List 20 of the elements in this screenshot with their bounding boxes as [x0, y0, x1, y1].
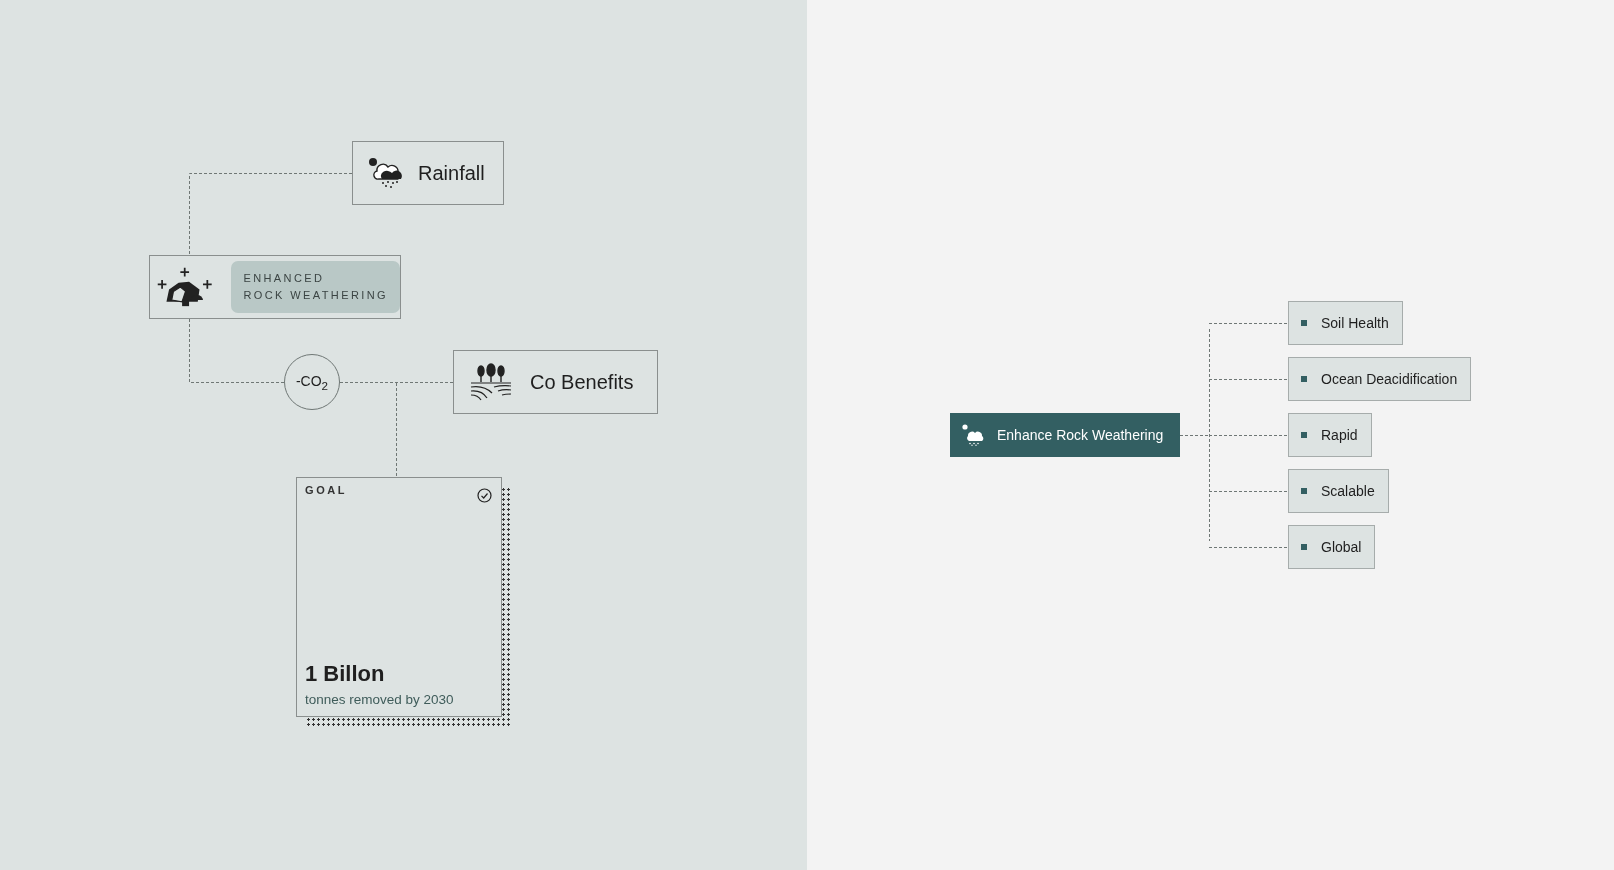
- benefit-label: Rapid: [1321, 427, 1358, 443]
- node-label: Co Benefits: [530, 370, 634, 394]
- benefit-label: Soil Health: [1321, 315, 1389, 331]
- node-label: Rainfall: [418, 161, 485, 185]
- square-bullet-icon: [1301, 432, 1307, 438]
- goal-caption: tonnes removed by 2030: [305, 692, 455, 707]
- cloud-rain-icon: [962, 424, 986, 446]
- square-bullet-icon: [1301, 376, 1307, 382]
- benefit-label: Scalable: [1321, 483, 1375, 499]
- benefit-label: Ocean Deacidification: [1321, 371, 1458, 387]
- benefit-label: Global: [1321, 539, 1362, 555]
- square-bullet-icon: [1301, 488, 1307, 494]
- goal-value: 1 Billon: [305, 661, 386, 687]
- root-label: Enhance Rock Weathering: [997, 427, 1164, 443]
- process-tag: ENHANCED ROCK WEATHERING: [231, 261, 400, 313]
- square-bullet-icon: [1301, 320, 1307, 326]
- square-bullet-icon: [1301, 544, 1307, 550]
- goal-label: GOAL: [305, 484, 348, 496]
- cloud-rain-icon: [368, 157, 404, 189]
- check-circle-icon: [477, 488, 492, 503]
